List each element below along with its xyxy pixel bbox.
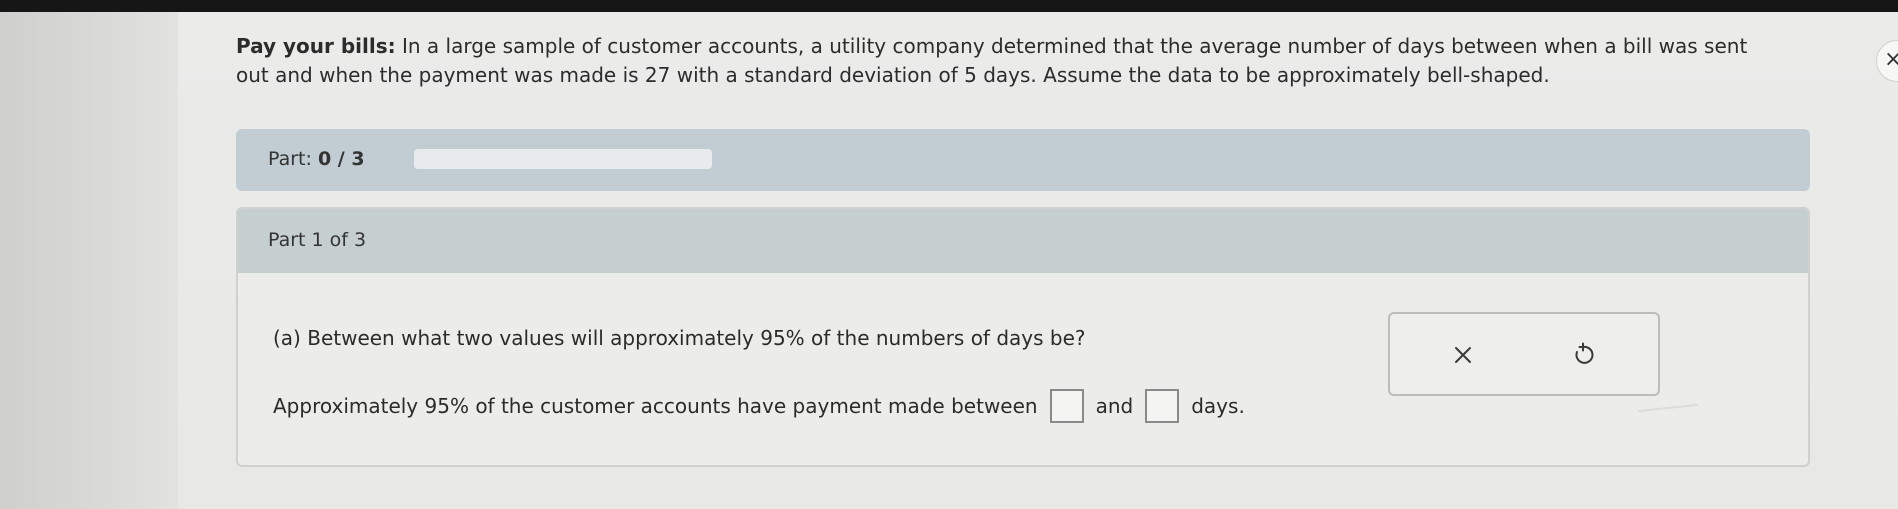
answer-prefix: Approximately 95% of the customer accoun… (273, 394, 1038, 418)
answer-sentence: Approximately 95% of the customer accoun… (273, 389, 1245, 423)
answer-suffix: days. (1191, 394, 1245, 418)
question-card: Part 1 of 3 (a) Between what two values … (236, 207, 1810, 467)
close-button[interactable]: × (1876, 40, 1898, 82)
clear-answer-button[interactable] (1438, 330, 1488, 380)
close-icon: × (1884, 46, 1898, 74)
answer-middle: and (1095, 394, 1134, 418)
top-bezel (0, 0, 1898, 12)
part-progress-label: Part: 0 / 3 (268, 148, 365, 170)
problem-text: In a large sample of customer accounts, … (236, 34, 1748, 87)
answer-actions-panel (1388, 312, 1660, 396)
part-indicator: Part 1 of 3 (268, 229, 367, 251)
undo-button[interactable] (1558, 330, 1608, 380)
upper-bound-input[interactable] (1145, 389, 1180, 423)
part-progress-value: 0 / 3 (317, 148, 365, 170)
progress-track (414, 149, 712, 169)
card-header: Part 1 of 3 (238, 209, 1808, 273)
undo-icon (1575, 342, 1594, 364)
problem-lead: Pay your bills: (236, 34, 396, 58)
question-text: (a) Between what two values will approxi… (273, 326, 1086, 350)
left-gutter (0, 12, 178, 509)
part-progress-bar: Part: 0 / 3 (236, 129, 1810, 191)
part-label-text: Part: (268, 148, 312, 170)
problem-statement: Pay your bills: In a large sample of cus… (236, 32, 1776, 90)
x-icon (1455, 347, 1471, 363)
lower-bound-input[interactable] (1049, 389, 1084, 423)
problem-page: Pay your bills: In a large sample of cus… (178, 12, 1898, 509)
